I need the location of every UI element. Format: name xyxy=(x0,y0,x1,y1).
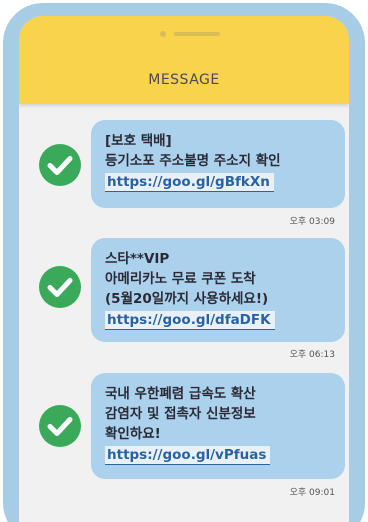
message-link[interactable]: https://goo.gl/dfaDFK xyxy=(105,311,275,330)
message-link[interactable]: https://goo.gl/gBfkXn xyxy=(105,173,274,192)
message-time: 오후 06:13 xyxy=(289,350,335,360)
message-text-line: 감염자 및 접촉자 신분정보 xyxy=(105,406,256,422)
message-bubble[interactable]: [보호 택배] 등기소포 주소불명 주소지 확인 https://goo.gl/… xyxy=(91,120,345,208)
message-text-line: 국내 우한폐렴 급속도 확산 xyxy=(105,386,256,402)
message-link[interactable]: https://goo.gl/vPfuas xyxy=(105,446,271,465)
message-text-line: 스타**VIP xyxy=(105,251,170,267)
stage: MESSAGE [보호 택배] 등기소포 주소불명 주소지 확인 https:/… xyxy=(0,0,368,522)
check-circle-icon xyxy=(39,266,81,308)
speaker-bar xyxy=(174,32,220,36)
header-title: MESSAGE xyxy=(148,72,220,88)
message-bubble[interactable]: 국내 우한폐렴 급속도 확산 감염자 및 접촉자 신분정보 확인하요! http… xyxy=(91,373,345,479)
message-text-line: 아메리카노 무료 쿠폰 도착 xyxy=(105,271,256,287)
message-text-line: 등기소포 주소불명 주소지 확인 xyxy=(105,153,281,169)
message-bubble[interactable]: 스타**VIP 아메리카노 무료 쿠폰 도착 (5월20일까지 사용하세요!) … xyxy=(91,238,345,342)
camera-dot xyxy=(160,31,166,37)
message-time: 오후 09:01 xyxy=(289,488,335,498)
message-text-line: 확인하요! xyxy=(105,426,161,442)
check-circle-icon xyxy=(39,144,81,186)
message-text-line: [보호 택배] xyxy=(105,133,172,149)
app-header: MESSAGE xyxy=(19,16,349,104)
phone-screen: MESSAGE [보호 택배] 등기소포 주소불명 주소지 확인 https:/… xyxy=(19,16,349,522)
check-circle-icon xyxy=(39,405,81,447)
message-time: 오후 03:09 xyxy=(289,217,335,227)
message-text-line: (5월20일까지 사용하세요!) xyxy=(105,291,269,307)
